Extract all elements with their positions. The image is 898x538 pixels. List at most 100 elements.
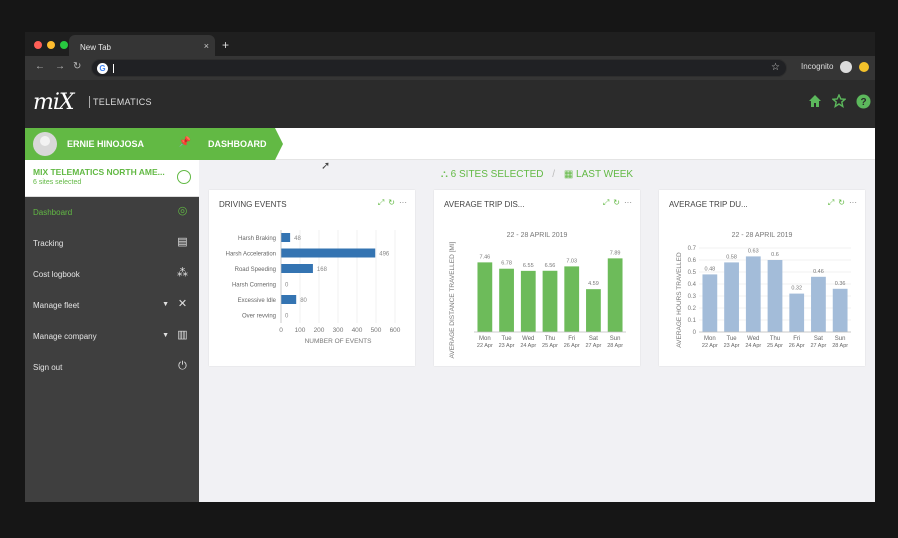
sidebar-item-label: Cost logbook [33,270,80,279]
data-label: 0 [285,283,289,289]
y-axis-label: AVERAGE DISTANCE TRAVELLED [MI] [449,241,456,358]
x-tick-label: Thu [545,336,555,342]
data-label: 4.59 [588,281,599,287]
logo-divider [89,96,90,108]
x-tick-label: Wed [522,336,534,342]
bar [542,270,558,332]
x-tick-label: Sun [610,336,621,342]
y-tick-label: 0.2 [688,306,697,312]
category-label: Harsh Braking [238,236,276,242]
y-tick-label: 0.4 [688,282,697,288]
chevron-down-icon: ▼ [162,332,169,339]
data-label: 80 [300,298,307,304]
address-bar[interactable]: G ☆ [91,59,787,77]
breadcrumb-dashboard[interactable]: DASHBOARD [199,128,275,160]
x-tick-label: 200 [314,327,325,334]
y-tick-label: 0.7 [688,246,697,252]
driving-events-card: DRIVING EVENTS ⤢ ↻ ··· 0 100 200 300 400 500 6… [209,190,415,366]
breadcrumb-arrow [275,128,283,160]
x-tick-label: Sun [835,336,846,342]
category-label: Excessive Idle [238,298,277,304]
sidebar-item-label: Manage fleet [33,301,80,310]
browser-tab[interactable]: New Tab × [69,35,215,56]
screen: New Tab × + ← → ↻ G ☆ Incognito miX TELE… [25,32,875,502]
x-tick-label: 100 [295,327,306,334]
data-label: 0.48 [704,266,715,272]
bar [281,233,291,242]
y-tick-label: 0 [693,330,697,336]
bar [520,270,536,332]
reload-icon[interactable]: ↻ [73,61,81,72]
x-axis-label: NUMBER OF EVENTS [305,338,372,345]
x-tick-label: 600 [390,327,401,334]
data-label: 0.36 [835,281,846,287]
x-tick-label: 23 Apr [499,343,515,349]
minimize-window-button[interactable] [47,41,55,49]
organisation-selector[interactable]: MIX TELEMATICS NORTH AME... 6 sites sele… [25,160,199,197]
category-label: Harsh Cornering [232,283,276,289]
star-icon[interactable] [831,93,847,110]
bar [564,266,580,332]
chevron-down-icon: ▼ [162,301,169,308]
period-filter[interactable]: ▦ LAST WEEK [564,169,633,180]
bar [745,256,761,332]
app-header: miX TELEMATICS ? [25,80,875,128]
x-tick-label: 28 Apr [832,343,848,349]
data-label: 0 [285,314,289,320]
filter-divider: / [552,169,556,180]
sidebar-item-sign-out[interactable]: Sign out ⏻ [25,352,199,383]
sites-filter[interactable]: ⛬ 6 SITES SELECTED [441,169,544,180]
sidebar-item-label: Sign out [33,363,63,372]
new-tab-button[interactable]: + [222,38,229,52]
pin-icon[interactable]: 📌 [179,137,191,148]
incognito-icon[interactable] [840,61,852,73]
logo-subtitle: TELEMATICS [93,97,152,107]
x-tick-label: 25 Apr [767,343,783,349]
x-tick-label: Fri [793,336,800,342]
data-label: 0.32 [791,286,802,292]
help-icon[interactable]: ? [855,94,871,110]
bar [811,276,826,332]
sidebar-item-manage-company[interactable]: Manage company ▼ ▥ [25,321,199,352]
browser-toolbar: ← → ↻ G ☆ Incognito [25,56,875,80]
x-tick-label: Fri [568,336,575,342]
profile-icon[interactable] [859,62,869,72]
mix-logo[interactable]: miX [33,90,75,115]
driving-events-chart: 0 100 200 300 400 500 600 Harsh Braking 48 Harsh … [226,230,401,345]
sidebar-item-dashboard[interactable]: Dashboard ◎ [25,197,199,228]
x-tick-label: 300 [333,327,344,334]
sidebar-item-cost-logbook[interactable]: Cost logbook ⁂ [25,259,199,290]
sidebar-item-manage-fleet[interactable]: Manage fleet ▼ ✕ [25,290,199,321]
x-tick-label: 25 Apr [542,343,558,349]
data-label: 168 [317,267,328,273]
bar [724,262,739,332]
x-tick-label: 27 Apr [585,343,601,349]
bar [281,248,376,258]
forward-icon[interactable]: → [55,61,65,72]
data-label: 6.55 [523,263,534,269]
svg-text:?: ? [860,97,866,108]
sidebar-item-tracking[interactable]: Tracking ▤ [25,228,199,259]
home-icon[interactable] [807,94,823,110]
back-icon[interactable]: ← [35,61,45,72]
site-tree-icon[interactable] [177,170,191,184]
close-window-button[interactable] [34,41,42,49]
x-tick-label: 24 Apr [520,343,536,349]
period-filter-label: LAST WEEK [576,169,634,180]
browser-tabstrip: New Tab × + [25,32,875,56]
x-tick-label: 23 Apr [724,343,740,349]
data-label: 496 [379,252,390,258]
x-tick-label: Wed [747,336,759,342]
close-tab-icon[interactable]: × [204,41,209,51]
user-panel[interactable]: ERNIE HINOJOSA 📌 [25,128,199,160]
x-tick-label: Mon [704,336,716,342]
average-distance-chart: 7.46 Mon22 Apr 6.78 Tue23 Apr 6.55 Wed24 Apr 6… [449,241,626,358]
building-icon: ▥ [177,329,188,341]
maximize-window-button[interactable] [60,41,68,49]
data-label: 7.46 [479,254,490,260]
organisation-name: MIX TELEMATICS NORTH AME... [33,167,165,177]
bookmark-star-icon[interactable]: ☆ [771,62,780,73]
average-trip-duration-card: AVERAGE TRIP DU... ⤢ ↻ ··· 22 - 28 APRIL… [659,190,865,366]
text-cursor [113,64,114,73]
data-label: 7.03 [566,258,577,264]
